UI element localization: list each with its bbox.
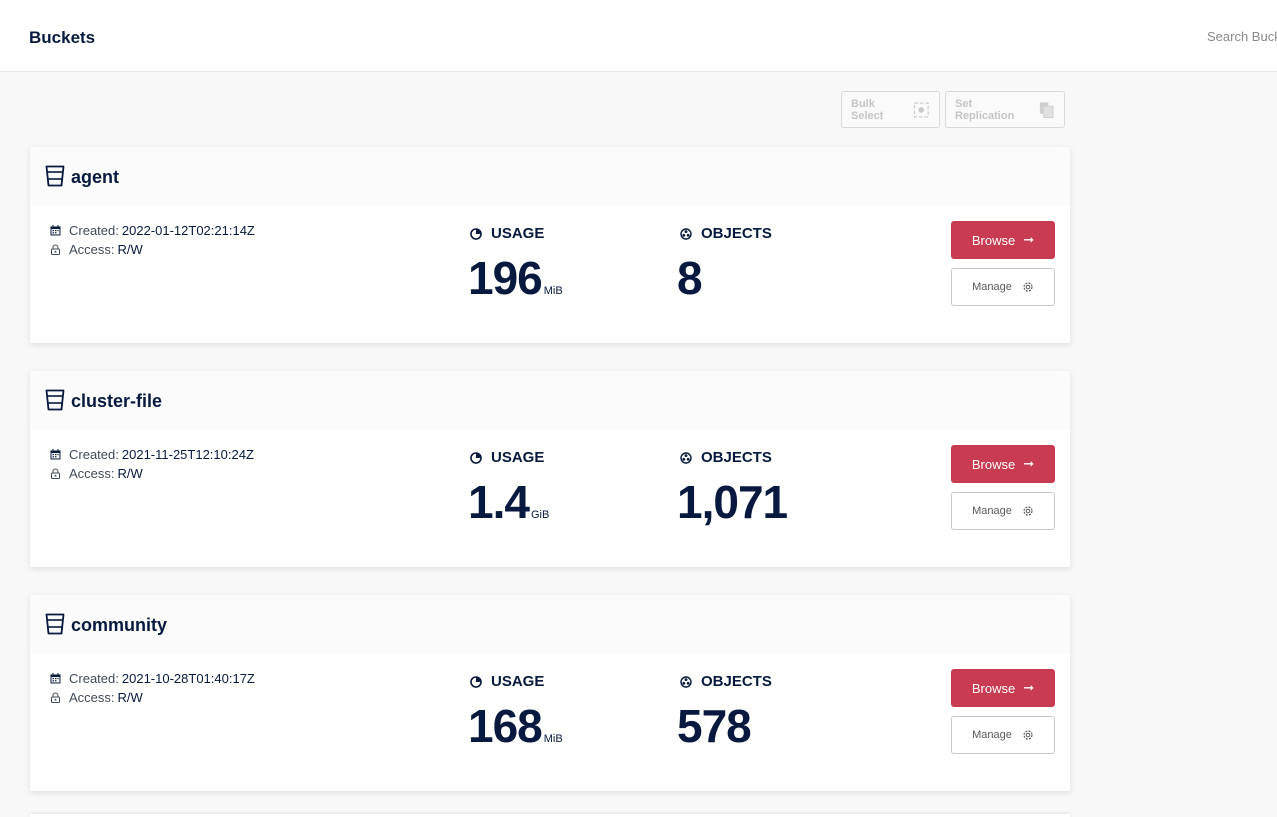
set-replication-button[interactable]: Set Replication (945, 91, 1065, 128)
created-key: Created: (69, 447, 119, 462)
objects-label-row: OBJECTS (680, 225, 772, 242)
objects-icon (680, 451, 692, 464)
browse-button[interactable]: Browse ➞ (951, 669, 1055, 707)
search-input[interactable] (1207, 27, 1277, 45)
lock-icon (51, 468, 60, 479)
bucket-icon (45, 613, 65, 635)
objects-icon (680, 227, 692, 240)
objects-label-row: OBJECTS (680, 449, 772, 466)
arrow-right-icon: ➞ (1023, 680, 1035, 695)
bucket-name[interactable]: agent (71, 167, 119, 188)
bucket-card: agent Created: 2022-01-12T02:21:14Z Acce… (30, 147, 1070, 343)
top-bar: Buckets (0, 0, 1277, 72)
set-replication-label: Set Replication (955, 97, 1015, 122)
gear-icon (1023, 506, 1033, 516)
calendar-icon (50, 225, 61, 236)
manage-button[interactable]: Manage (951, 716, 1055, 754)
page-title: Buckets (29, 28, 96, 47)
created-value: 2021-11-25T12:10:24Z (121, 447, 254, 462)
usage-value: 1.4 (468, 476, 530, 528)
browse-button[interactable]: Browse ➞ (951, 221, 1055, 259)
browse-button[interactable]: Browse ➞ (951, 445, 1055, 483)
manage-label: Manage (972, 505, 1012, 517)
usage-value-group: 1.4 GiB (468, 475, 549, 542)
created-value: 2021-10-28T01:40:17Z (121, 671, 255, 686)
bulk-select-icon (914, 102, 930, 117)
objects-label-row: OBJECTS (680, 673, 772, 690)
usage-label-row: USAGE (470, 449, 544, 466)
pie-chart-icon (470, 451, 482, 464)
usage-unit: MiB (543, 733, 563, 745)
bucket-icon (45, 389, 65, 411)
objects-label: OBJECTS (701, 673, 772, 690)
objects-label: OBJECTS (701, 449, 772, 466)
usage-unit: MiB (543, 285, 563, 297)
usage-label: USAGE (491, 449, 545, 466)
calendar-icon (50, 449, 61, 460)
bucket-card-header: community (30, 595, 1070, 654)
access-row: Access: R/W (50, 466, 143, 481)
usage-value-group: 168 MiB (468, 699, 563, 766)
access-key: Access: (69, 242, 115, 257)
gear-icon (1023, 282, 1033, 292)
usage-value: 196 (468, 252, 543, 304)
access-value: R/W (117, 690, 143, 705)
bucket-icon (45, 165, 65, 187)
objects-value: 1,071 (677, 476, 788, 528)
created-row: Created: 2021-11-25T12:10:24Z (50, 447, 254, 462)
objects-value: 8 (677, 252, 703, 304)
bulk-select-label: Bulk Select (851, 97, 884, 122)
created-key: Created: (69, 671, 119, 686)
copy-icon (1039, 101, 1054, 118)
arrow-right-icon: ➞ (1023, 456, 1035, 471)
usage-value: 168 (468, 700, 543, 752)
created-key: Created: (69, 223, 119, 238)
objects-icon (680, 675, 692, 688)
manage-label: Manage (972, 729, 1012, 741)
bucket-card-header: cluster-file (30, 371, 1070, 430)
lock-icon (51, 692, 60, 703)
access-key: Access: (69, 466, 115, 481)
bucket-card-header: agent (30, 147, 1070, 206)
access-key: Access: (69, 690, 115, 705)
objects-value: 578 (677, 700, 752, 752)
arrow-right-icon: ➞ (1023, 232, 1035, 247)
pie-chart-icon (470, 227, 482, 240)
pie-chart-icon (470, 675, 482, 688)
bucket-card: cluster-file Created: 2021-11-25T12:10:2… (30, 371, 1070, 567)
created-row: Created: 2022-01-12T02:21:14Z (50, 223, 255, 238)
bucket-name[interactable]: cluster-file (71, 391, 162, 412)
usage-value-group: 196 MiB (468, 251, 563, 318)
usage-label-row: USAGE (470, 673, 544, 690)
bucket-card: community Created: 2021-10-28T01:40:17Z … (30, 595, 1070, 791)
access-value: R/W (117, 242, 143, 257)
browse-label: Browse (971, 456, 1016, 472)
calendar-icon (50, 673, 61, 684)
manage-button[interactable]: Manage (951, 268, 1055, 306)
browse-label: Browse (971, 232, 1016, 248)
manage-button[interactable]: Manage (951, 492, 1055, 530)
usage-unit: GiB (530, 509, 550, 521)
manage-label: Manage (972, 281, 1012, 293)
access-value: R/W (117, 466, 143, 481)
browse-label: Browse (971, 680, 1016, 696)
usage-label-row: USAGE (470, 225, 544, 242)
bulk-select-button[interactable]: Bulk Select (841, 91, 940, 128)
created-value: 2022-01-12T02:21:14Z (121, 223, 255, 238)
usage-label: USAGE (491, 673, 545, 690)
access-row: Access: R/W (50, 690, 143, 705)
created-row: Created: 2021-10-28T01:40:17Z (50, 671, 255, 686)
usage-label: USAGE (491, 225, 545, 242)
objects-label: OBJECTS (701, 225, 772, 242)
gear-icon (1023, 730, 1033, 740)
bucket-name[interactable]: community (71, 615, 167, 636)
access-row: Access: R/W (50, 242, 143, 257)
lock-icon (51, 244, 60, 255)
